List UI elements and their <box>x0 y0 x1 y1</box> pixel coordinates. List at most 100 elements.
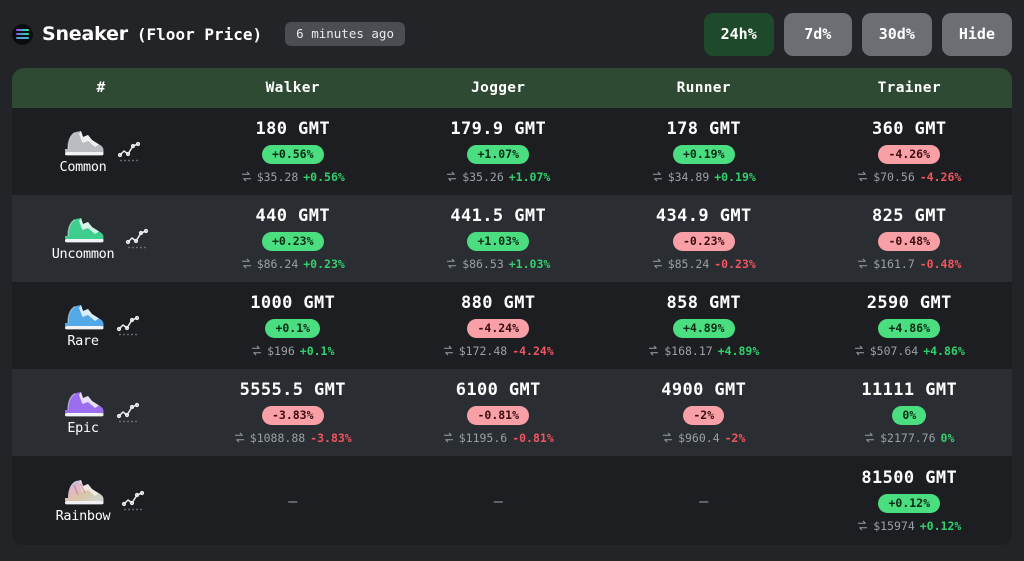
column-header-jogger[interactable]: Jogger <box>396 80 602 96</box>
sparkline-button[interactable] <box>124 226 150 252</box>
usd-price: $1088.88 <box>249 430 306 445</box>
swap-icon <box>447 171 457 182</box>
usd-change: -0.81% <box>512 430 554 445</box>
price-cell[interactable]: – <box>601 456 807 545</box>
usd-price-line: $86.53 +1.03% <box>446 257 550 271</box>
sparkline-chart-icon <box>116 315 140 335</box>
usd-price: $2177.76 <box>880 430 936 445</box>
price-cell[interactable]: – <box>396 456 602 545</box>
table-row[interactable]: Common 180 GMT +0.56% $35.28 +0.56% 179.9 GMT… <box>12 108 1012 195</box>
top-bar: Sneaker (Floor Price) 6 minutes ago 24h%… <box>12 0 1012 68</box>
swap-icon <box>854 345 864 356</box>
gmt-price: 858 GMT <box>666 293 741 314</box>
usd-price-line: $168.17 +4.89% <box>648 344 759 358</box>
change-badge: -0.23% <box>672 232 735 251</box>
sneaker-icon <box>65 305 104 330</box>
sparkline-button[interactable] <box>115 400 141 426</box>
sneaker-icon <box>64 480 104 505</box>
change-badge: +0.12% <box>878 494 941 513</box>
usd-change: +0.19% <box>714 169 756 184</box>
rarity-identity: Uncommon <box>52 215 115 262</box>
usd-change: +4.86% <box>923 343 965 358</box>
usd-price-line: $2177.76 0% <box>864 431 954 445</box>
price-cell[interactable]: 858 GMT +4.89% $168.17 +4.89% <box>601 282 807 369</box>
gmt-price: 179.9 GMT <box>450 119 547 140</box>
price-cell[interactable]: 5555.5 GMT -3.83% $1088.88 -3.83% <box>190 369 396 456</box>
price-cell[interactable]: 441.5 GMT +1.03% $86.53 +1.03% <box>396 195 602 282</box>
empty-value: – <box>699 491 709 510</box>
sneaker-icon <box>65 218 104 243</box>
last-updated-chip: 6 minutes ago <box>285 22 405 46</box>
gmt-price: 178 GMT <box>666 119 741 140</box>
price-cell[interactable]: 880 GMT -4.24% $172.48 -4.24% <box>396 282 602 369</box>
column-header-runner[interactable]: Runner <box>601 80 807 96</box>
price-cell[interactable]: 11111 GMT 0% $2177.76 0% <box>807 369 1013 456</box>
page-subtitle: (Floor Price) <box>136 24 263 44</box>
price-cell[interactable]: 440 GMT +0.23% $86.24 +0.23% <box>190 195 396 282</box>
timeframe-24h-button[interactable]: 24h% <box>703 12 774 56</box>
price-cell[interactable]: 180 GMT +0.56% $35.28 +0.56% <box>190 108 396 195</box>
rarity-label: Rare <box>67 333 99 349</box>
empty-value: – <box>288 491 298 510</box>
price-cell[interactable]: 1000 GMT +0.1% $196 +0.1% <box>190 282 396 369</box>
gmt-price: 434.9 GMT <box>655 206 752 227</box>
gmt-price: 5555.5 GMT <box>239 380 346 401</box>
rarity-cell-rare: Rare <box>12 282 190 369</box>
table-row[interactable]: Rare 1000 GMT +0.1% $196 +0.1% 880 GMT -4.24% $… <box>12 282 1012 369</box>
column-header-trainer[interactable]: Trainer <box>807 80 1013 96</box>
swap-icon <box>858 258 868 269</box>
price-cell[interactable]: 360 GMT -4.26% $70.56 -4.26% <box>807 108 1013 195</box>
timeframe-30d-button[interactable]: 30d% <box>861 12 932 56</box>
price-cell[interactable]: – <box>190 456 396 545</box>
change-badge: -0.81% <box>467 406 530 425</box>
usd-price-line: $960.4 -2% <box>662 431 745 445</box>
price-cell[interactable]: 2590 GMT +4.86% $507.64 +4.86% <box>807 282 1013 369</box>
sparkline-button[interactable] <box>115 313 141 339</box>
usd-price-line: $161.7 -0.48% <box>857 257 961 271</box>
swap-icon <box>234 432 244 443</box>
usd-price-line: $15974 +0.12% <box>857 519 961 533</box>
timeframe-7d-button[interactable]: 7d% <box>783 12 852 56</box>
sparkline-chart-icon <box>118 141 141 161</box>
rarity-label: Rainbow <box>55 508 111 524</box>
table-row[interactable]: Rainbow – – – 81500 GMT +0.12% $15974 +0.12% <box>12 456 1012 545</box>
price-cell[interactable]: 178 GMT +0.19% $34.89 +0.19% <box>601 108 807 195</box>
usd-price-line: $85.24 -0.23% <box>652 257 756 271</box>
usd-price: $507.64 <box>869 343 919 358</box>
usd-price-line: $70.56 -4.26% <box>857 170 961 184</box>
sparkline-button[interactable] <box>116 139 142 165</box>
price-cell[interactable]: 6100 GMT -0.81% $1195.6 -0.81% <box>396 369 602 456</box>
sparkline-chart-icon <box>122 490 145 510</box>
hide-button[interactable]: Hide <box>941 12 1012 56</box>
price-cell[interactable]: 179.9 GMT +1.07% $35.26 +1.07% <box>396 108 602 195</box>
price-cell[interactable]: 825 GMT -0.48% $161.7 -0.48% <box>807 195 1013 282</box>
swap-icon <box>858 171 868 182</box>
usd-price-line: $196 +0.1% <box>251 344 334 358</box>
price-cell[interactable]: 434.9 GMT -0.23% $85.24 -0.23% <box>601 195 807 282</box>
floor-price-table: # Walker Jogger Runner Trainer Common 180… <box>12 68 1012 545</box>
empty-value: – <box>493 491 503 510</box>
usd-price: $34.89 <box>667 169 710 184</box>
usd-price: $15974 <box>873 518 915 533</box>
usd-change: -2% <box>724 430 746 445</box>
rarity-identity: Epic <box>61 389 105 436</box>
column-header-rarity[interactable]: # <box>12 80 190 96</box>
change-badge: -4.26% <box>878 145 941 164</box>
usd-price-line: $507.64 +4.86% <box>854 344 965 358</box>
table-row[interactable]: Epic 5555.5 GMT -3.83% $1088.88 -3.83% 6100 G… <box>12 369 1012 456</box>
price-cell[interactable]: 81500 GMT +0.12% $15974 +0.12% <box>807 456 1013 545</box>
usd-price-line: $34.89 +0.19% <box>652 170 756 184</box>
change-badge: +0.19% <box>672 145 735 164</box>
usd-change: +1.07% <box>508 169 551 184</box>
gmt-price: 825 GMT <box>872 206 947 227</box>
rarity-identity: Rainbow <box>56 477 111 524</box>
table-row[interactable]: Uncommon 440 GMT +0.23% $86.24 +0.23% 441.5 G… <box>12 195 1012 282</box>
solana-logo-icon <box>12 23 33 45</box>
rarity-cell-epic: Epic <box>12 369 190 456</box>
price-cell[interactable]: 4900 GMT -2% $960.4 -2% <box>601 369 807 456</box>
sneaker-floor-price-page: Sneaker (Floor Price) 6 minutes ago 24h%… <box>0 0 1024 561</box>
column-header-walker[interactable]: Walker <box>190 80 396 96</box>
usd-price: $86.24 <box>256 256 299 271</box>
sparkline-button[interactable] <box>120 488 146 514</box>
rarity-label: Common <box>59 159 107 175</box>
